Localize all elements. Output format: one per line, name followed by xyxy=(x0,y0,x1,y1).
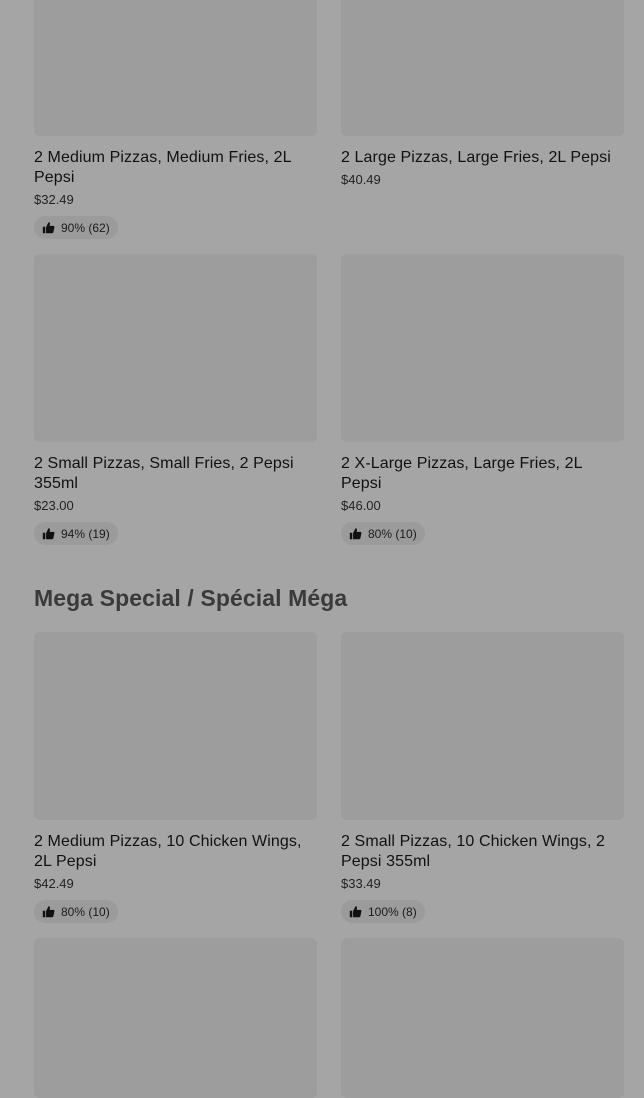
menu-item-card[interactable] xyxy=(341,938,624,1098)
menu-item-price: $46.00 xyxy=(341,498,381,513)
menu-item-name[interactable]: 2 Large Pizzas, Large Fries, 2L Pepsi xyxy=(341,148,624,168)
menu-item-card[interactable]: 2 Large Pizzas, Large Fries, 2L Pepsi $4… xyxy=(341,0,624,239)
menu-item-card[interactable]: 2 Small Pizzas, Small Fries, 2 Pepsi 355… xyxy=(34,254,317,545)
menu-grid-row: 2 Medium Pizzas, Medium Fries, 2L Pepsi … xyxy=(34,0,624,239)
menu-item-image[interactable] xyxy=(341,254,624,442)
menu-item-name[interactable]: 2 Small Pizzas, 10 Chicken Wings, 2 Peps… xyxy=(341,832,624,872)
menu-item-image[interactable] xyxy=(341,938,624,1098)
menu-item-price: $23.00 xyxy=(34,498,74,513)
menu-item-image[interactable] xyxy=(34,254,317,442)
rating-text: 94% (19) xyxy=(61,526,110,541)
menu-item-card[interactable]: 2 Medium Pizzas, Medium Fries, 2L Pepsi … xyxy=(34,0,317,239)
menu-item-image[interactable] xyxy=(34,632,317,820)
rating-badge: 80% (10) xyxy=(34,900,118,923)
menu-item-card[interactable] xyxy=(34,938,317,1098)
section-heading: Mega Special / Spécial Méga xyxy=(34,585,347,612)
thumbs-up-icon xyxy=(42,528,55,540)
menu-item-price: $40.49 xyxy=(341,172,381,187)
menu-item-name[interactable]: 2 X-Large Pizzas, Large Fries, 2L Pepsi xyxy=(341,454,624,494)
menu-item-name[interactable]: 2 Medium Pizzas, 10 Chicken Wings, 2L Pe… xyxy=(34,832,317,872)
thumbs-up-icon xyxy=(42,222,55,234)
menu-grid-row: 2 Medium Pizzas, 10 Chicken Wings, 2L Pe… xyxy=(34,632,624,923)
menu-item-price: $42.49 xyxy=(34,876,74,891)
menu-item-card[interactable]: 2 Small Pizzas, 10 Chicken Wings, 2 Peps… xyxy=(341,632,624,923)
rating-badge: 94% (19) xyxy=(34,522,118,545)
section-title: Mega Special / Spécial Méga xyxy=(34,585,348,611)
menu-item-price: $32.49 xyxy=(34,192,74,207)
rating-text: 80% (10) xyxy=(61,904,110,919)
rating-badge: 100% (8) xyxy=(341,900,425,923)
rating-text: 80% (10) xyxy=(368,526,417,541)
rating-text: 90% (62) xyxy=(61,220,110,235)
menu-item-image[interactable] xyxy=(34,938,317,1098)
menu-item-image[interactable] xyxy=(341,632,624,820)
rating-badge: 80% (10) xyxy=(341,522,425,545)
menu-item-name[interactable]: 2 Medium Pizzas, Medium Fries, 2L Pepsi xyxy=(34,148,317,188)
menu-item-card[interactable]: 2 X-Large Pizzas, Large Fries, 2L Pepsi … xyxy=(341,254,624,545)
menu-item-image[interactable] xyxy=(341,0,624,136)
rating-text: 100% (8) xyxy=(368,904,417,919)
menu-item-card[interactable]: 2 Medium Pizzas, 10 Chicken Wings, 2L Pe… xyxy=(34,632,317,923)
rating-badge: 90% (62) xyxy=(34,216,118,239)
menu-grid-row: 2 Small Pizzas, Small Fries, 2 Pepsi 355… xyxy=(34,254,624,545)
menu-item-price: $33.49 xyxy=(341,876,381,891)
thumbs-up-icon xyxy=(349,906,362,918)
thumbs-up-icon xyxy=(349,528,362,540)
menu-item-image[interactable] xyxy=(34,0,317,136)
thumbs-up-icon xyxy=(42,906,55,918)
menu-item-name[interactable]: 2 Small Pizzas, Small Fries, 2 Pepsi 355… xyxy=(34,454,317,494)
menu-grid-row xyxy=(34,938,624,1098)
